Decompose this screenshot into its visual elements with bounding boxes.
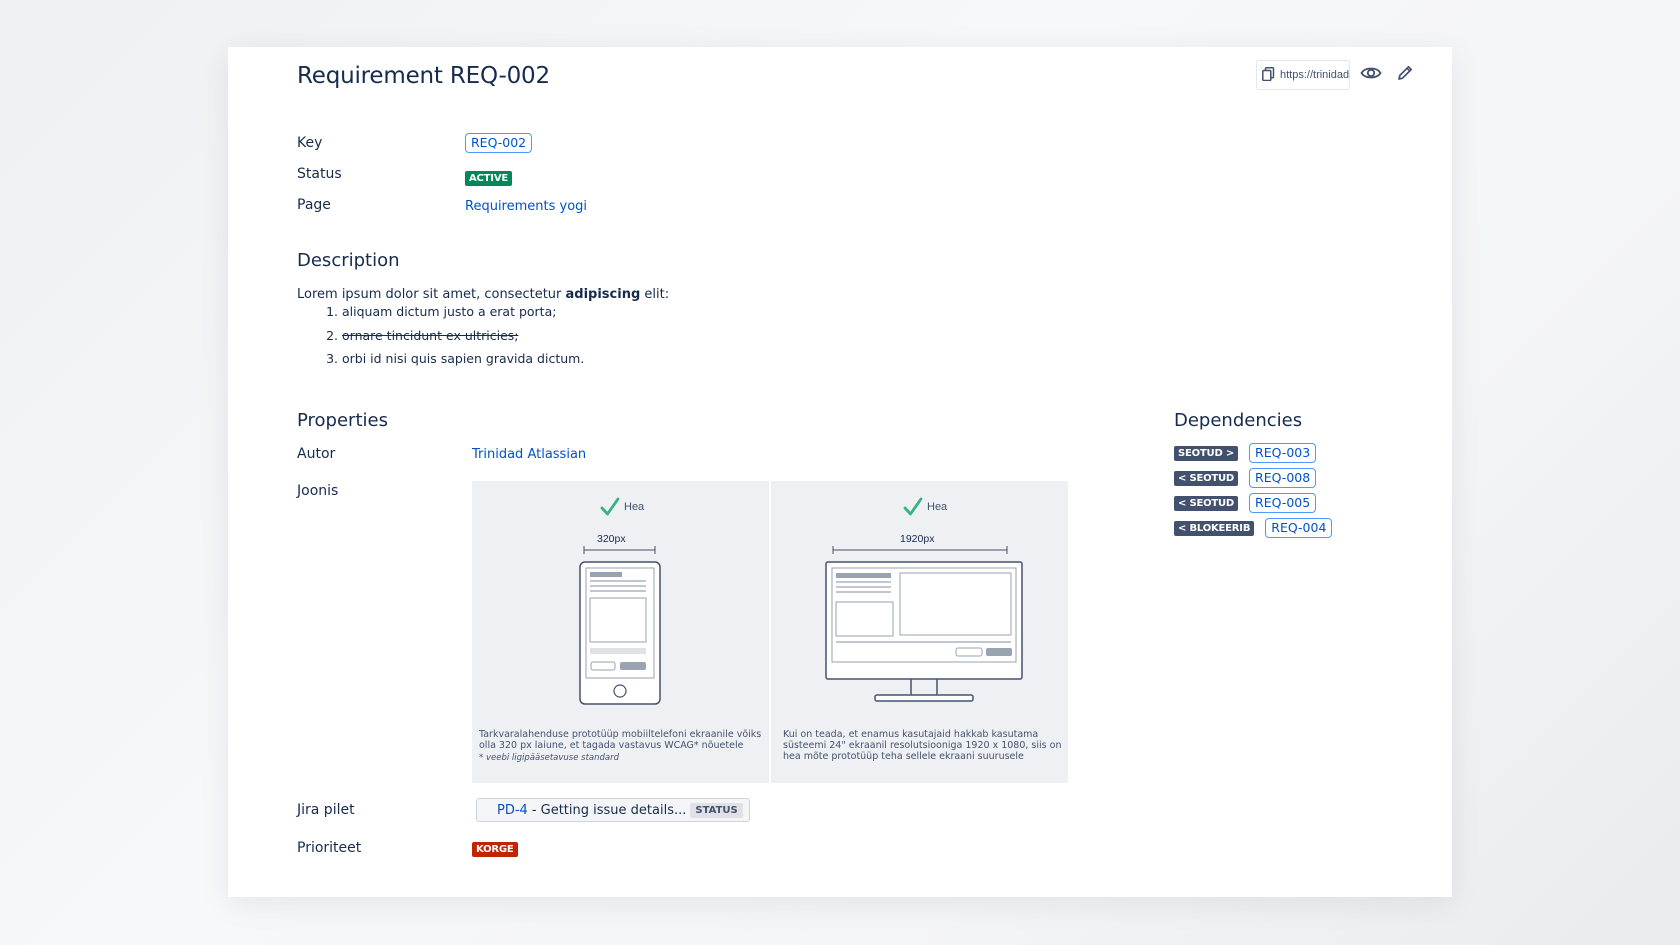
eye-icon[interactable] (1359, 61, 1383, 85)
desktop-caption: Kui on teada, et enamus kasutajaid hakka… (783, 729, 1062, 762)
description-heading: Description (297, 250, 400, 271)
jira-label: Jira pilet (297, 802, 355, 818)
page-title: Requirement REQ-002 (297, 63, 550, 89)
key-value: REQ-002 (465, 133, 533, 153)
dependency-relation-badge: < SEOTUD (1174, 470, 1239, 486)
page-link[interactable]: Requirements yogi (465, 199, 587, 214)
status-badge: ACTIVE (465, 171, 512, 186)
dependency-relation-badge: < SEOTUD (1174, 495, 1239, 511)
description-list: aliquam dictum justo a erat porta; ornar… (322, 300, 584, 371)
dependency-row: < BLOKEERIB REQ-004 (1174, 518, 1333, 538)
wireframe-figure: Hea 320px Tarkvaralahenduse prototüüp mo… (472, 481, 1068, 783)
author-value[interactable]: Trinidad Atlassian (472, 445, 586, 463)
dependency-row: < SEOTUD REQ-008 (1174, 468, 1317, 488)
list-item: aliquam dictum justo a erat porta; (342, 300, 584, 324)
page-value[interactable]: Requirements yogi (465, 197, 587, 215)
key-label: Key (297, 135, 323, 151)
mobile-caption-note: * veebi ligipääsetavuse standard (479, 753, 620, 763)
properties-heading: Properties (297, 410, 388, 431)
priority-label: Prioriteet (297, 840, 362, 856)
copy-url-button[interactable]: https://trinidad.atlassian.net (1256, 60, 1350, 90)
key-lozenge: REQ-002 (465, 133, 533, 153)
jira-issue-chip[interactable]: PD-4 - Getting issue details... STATUS (476, 798, 750, 822)
requirement-card: Requirement REQ-002 https://trinidad.atl… (228, 47, 1452, 897)
dependency-row: SEOTUD > REQ-003 (1174, 443, 1317, 463)
list-item: ornare tincidunt ex ultricies; (342, 324, 584, 348)
dependency-link[interactable]: REQ-004 (1265, 518, 1333, 538)
jira-text: - Getting issue details... (531, 802, 687, 818)
mobile-caption-text: Tarkvaralahenduse prototüüp mobiiltelefo… (479, 729, 762, 751)
page-label: Page (297, 197, 331, 213)
url-text: https://trinidad.atlassian.net (1280, 69, 1350, 81)
author-label: Autor (297, 446, 336, 462)
drawing-label: Joonis (297, 483, 339, 499)
priority-value: KORGE (472, 839, 518, 857)
priority-badge: KORGE (472, 842, 518, 857)
dependency-link[interactable]: REQ-008 (1249, 468, 1317, 488)
dependency-relation-badge: < BLOKEERIB (1174, 520, 1255, 536)
status-label: Status (297, 166, 342, 182)
list-item: orbi id nisi quis sapien gravida dictum. (342, 347, 584, 371)
dependency-link[interactable]: REQ-005 (1249, 493, 1317, 513)
dependencies-heading: Dependencies (1174, 410, 1303, 431)
copy-icon (1262, 66, 1275, 84)
figure-desktop-panel: Hea 1920px Kui on teada, et enamus kasut… (771, 481, 1068, 783)
pencil-icon[interactable] (1393, 61, 1417, 85)
mobile-caption: Tarkvaralahenduse prototüüp mobiiltelefo… (479, 729, 763, 764)
author-link[interactable]: Trinidad Atlassian (472, 447, 586, 462)
jira-key[interactable]: PD-4 (497, 803, 528, 818)
dependency-link[interactable]: REQ-003 (1249, 443, 1317, 463)
figure-mobile-panel: Hea 320px Tarkvaralahenduse prototüüp mo… (472, 481, 769, 783)
intro-suffix: elit: (640, 287, 670, 302)
status-value: ACTIVE (465, 168, 512, 186)
dependency-relation-badge: SEOTUD > (1174, 445, 1239, 461)
dependency-row: < SEOTUD REQ-005 (1174, 493, 1317, 513)
jira-status-badge: STATUS (690, 802, 743, 818)
